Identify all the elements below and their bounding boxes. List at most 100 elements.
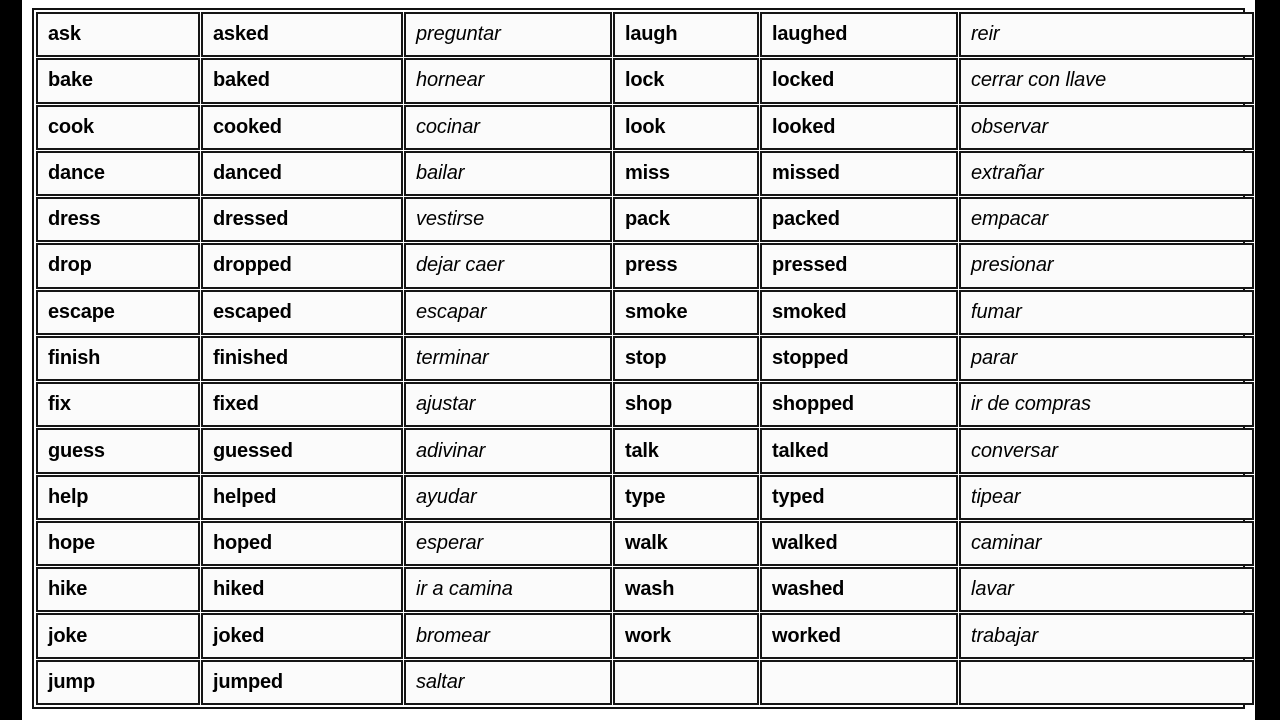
cell-english-base-right: stop [613,335,759,382]
table-row: joke joked bromear work worked trabajar [36,613,1254,659]
table-row: help helped ayudar type typed tipear [36,474,1254,520]
cell-english-past-left: hiked [201,567,403,613]
cell-spanish-left: saltar [404,659,612,705]
cell-english-base-right: laugh [613,12,759,58]
cell-empty [613,659,759,705]
cell-english-base-right: miss [613,150,759,197]
cell-spanish-right: tipear [959,474,1254,520]
cell-spanish-right: cerrar con llave [959,58,1254,104]
cell-english-past-left: helped [201,474,403,520]
cell-english-past-left: guessed [201,428,403,474]
cell-spanish-right: caminar [959,520,1254,567]
table-row: finish finished terminar stop stopped parar [36,335,1254,382]
table-row: jump jumped saltar [36,659,1254,705]
regular-verbs-table: ask asked preguntar laugh laughed reir bake bak… [35,11,1255,706]
cell-english-base-left: hike [36,567,200,613]
cell-spanish-right: parar [959,335,1254,382]
table-row: guess guessed adivinar talk talked conversar [36,428,1254,474]
cell-english-past-right: typed [760,474,958,520]
cell-spanish-left: vestirse [404,197,612,243]
cell-spanish-left: adivinar [404,428,612,474]
cell-english-base-right: lock [613,58,759,104]
cell-spanish-right: fumar [959,289,1254,335]
cell-english-base-left: drop [36,243,200,289]
cell-spanish-right: observar [959,104,1254,150]
cell-english-past-right: talked [760,428,958,474]
cell-spanish-right: presionar [959,243,1254,289]
cell-spanish-right: extrañar [959,150,1254,197]
cell-english-past-left: dropped [201,243,403,289]
cell-english-past-left: danced [201,150,403,197]
table-row: escape escaped escapar smoke smoked fumar [36,289,1254,335]
cell-english-past-right: walked [760,520,958,567]
cell-english-past-right: locked [760,58,958,104]
table-row: ask asked preguntar laugh laughed reir [36,12,1254,58]
cell-english-past-left: baked [201,58,403,104]
cell-english-base-left: fix [36,382,200,428]
cell-english-past-right: looked [760,104,958,150]
cell-english-past-right: smoked [760,289,958,335]
cell-english-past-left: escaped [201,289,403,335]
cell-english-base-right: pack [613,197,759,243]
cell-spanish-left: cocinar [404,104,612,150]
cell-english-base-right: walk [613,520,759,567]
cell-english-past-left: joked [201,613,403,659]
cell-english-base-left: joke [36,613,200,659]
cell-spanish-left: ir a camina [404,567,612,613]
cell-spanish-right: ir de compras [959,382,1254,428]
cell-spanish-left: hornear [404,58,612,104]
cell-english-base-right: smoke [613,289,759,335]
cell-english-base-left: dress [36,197,200,243]
cell-english-past-left: asked [201,12,403,58]
cell-spanish-left: ajustar [404,382,612,428]
cell-english-base-right: type [613,474,759,520]
cell-english-past-left: cooked [201,104,403,150]
cell-english-base-right: shop [613,382,759,428]
table-row: bake baked hornear lock locked cerrar con lla… [36,58,1254,104]
cell-english-past-right: laughed [760,12,958,58]
cell-english-past-left: fixed [201,382,403,428]
cell-spanish-left: bailar [404,150,612,197]
cell-english-base-right: wash [613,567,759,613]
cell-english-base-left: bake [36,58,200,104]
cell-english-past-right: stopped [760,335,958,382]
table-row: drop dropped dejar caer press pressed presion… [36,243,1254,289]
table-row: dress dressed vestirse pack packed empacar [36,197,1254,243]
cell-english-past-left: hoped [201,520,403,567]
cell-english-past-right: washed [760,567,958,613]
cell-english-base-right: press [613,243,759,289]
page-root: ask asked preguntar laugh laughed reir bake bak… [0,0,1280,720]
cell-spanish-left: esperar [404,520,612,567]
cell-spanish-right: lavar [959,567,1254,613]
cell-spanish-left: terminar [404,335,612,382]
verb-table-container: ask asked preguntar laugh laughed reir bake bak… [32,8,1254,709]
cell-spanish-right: trabajar [959,613,1254,659]
cell-english-past-left: jumped [201,659,403,705]
cell-spanish-left: bromear [404,613,612,659]
cell-english-base-left: guess [36,428,200,474]
table-row: dance danced bailar miss missed extrañar [36,150,1254,197]
cell-english-past-left: finished [201,335,403,382]
table-row: cook cooked cocinar look looked observar [36,104,1254,150]
cell-english-base-left: dance [36,150,200,197]
cell-english-base-left: cook [36,104,200,150]
cell-english-past-right: missed [760,150,958,197]
cell-spanish-right: reir [959,12,1254,58]
cell-spanish-right: conversar [959,428,1254,474]
cell-english-base-left: help [36,474,200,520]
cell-empty [760,659,958,705]
cell-english-base-left: ask [36,12,200,58]
cell-english-base-left: jump [36,659,200,705]
cell-english-base-right: look [613,104,759,150]
table-row: hike hiked ir a camina wash washed lavar [36,567,1254,613]
cell-english-base-left: finish [36,335,200,382]
cell-spanish-left: ayudar [404,474,612,520]
cell-english-base-left: hope [36,520,200,567]
cell-spanish-right: empacar [959,197,1254,243]
cell-english-past-left: dressed [201,197,403,243]
cell-english-base-right: work [613,613,759,659]
cell-english-past-right: packed [760,197,958,243]
cell-spanish-left: escapar [404,289,612,335]
document-sheet: ask asked preguntar laugh laughed reir bake bak… [22,0,1255,720]
cell-spanish-left: dejar caer [404,243,612,289]
